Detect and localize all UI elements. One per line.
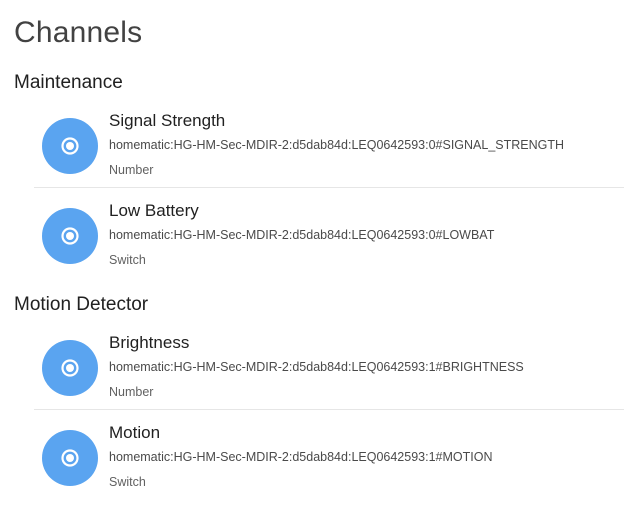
channel-item-type: Number bbox=[109, 385, 154, 399]
radio-button-icon bbox=[42, 208, 98, 264]
channel-item-low-battery[interactable]: Low Battery homematic:HG-HM-Sec-MDIR-2:d… bbox=[34, 187, 624, 277]
channel-label: Brightness bbox=[109, 333, 190, 352]
channel-uid: homematic:HG-HM-Sec-MDIR-2:d5dab84d:LEQ0… bbox=[109, 360, 524, 374]
radio-button-icon bbox=[42, 340, 98, 396]
channel-item-signal-strength[interactable]: Signal Strength homematic:HG-HM-Sec-MDIR… bbox=[34, 97, 624, 188]
channel-uid: homematic:HG-HM-Sec-MDIR-2:d5dab84d:LEQ0… bbox=[109, 138, 565, 152]
channel-item-brightness[interactable]: Brightness homematic:HG-HM-Sec-MDIR-2:d5… bbox=[34, 319, 624, 410]
channel-label: Motion bbox=[109, 423, 161, 442]
channel-uid: homematic:HG-HM-Sec-MDIR-2:d5dab84d:LEQ0… bbox=[109, 450, 493, 464]
channel-label: Signal Strength bbox=[109, 111, 226, 130]
channel-item-motion[interactable]: Motion homematic:HG-HM-Sec-MDIR-2:d5dab8… bbox=[34, 409, 624, 499]
channel-uid: homematic:HG-HM-Sec-MDIR-2:d5dab84d:LEQ0… bbox=[109, 228, 495, 242]
radio-button-icon bbox=[42, 430, 98, 486]
channel-label: Low Battery bbox=[109, 201, 199, 220]
page-title: Channels bbox=[14, 16, 143, 49]
group-title-motion-detector: Motion Detector bbox=[14, 294, 149, 315]
radio-button-icon bbox=[42, 118, 98, 174]
channel-item-type: Switch bbox=[109, 253, 146, 267]
group-title-maintenance: Maintenance bbox=[14, 72, 123, 93]
channel-item-type: Switch bbox=[109, 475, 146, 489]
channel-item-type: Number bbox=[109, 163, 154, 177]
